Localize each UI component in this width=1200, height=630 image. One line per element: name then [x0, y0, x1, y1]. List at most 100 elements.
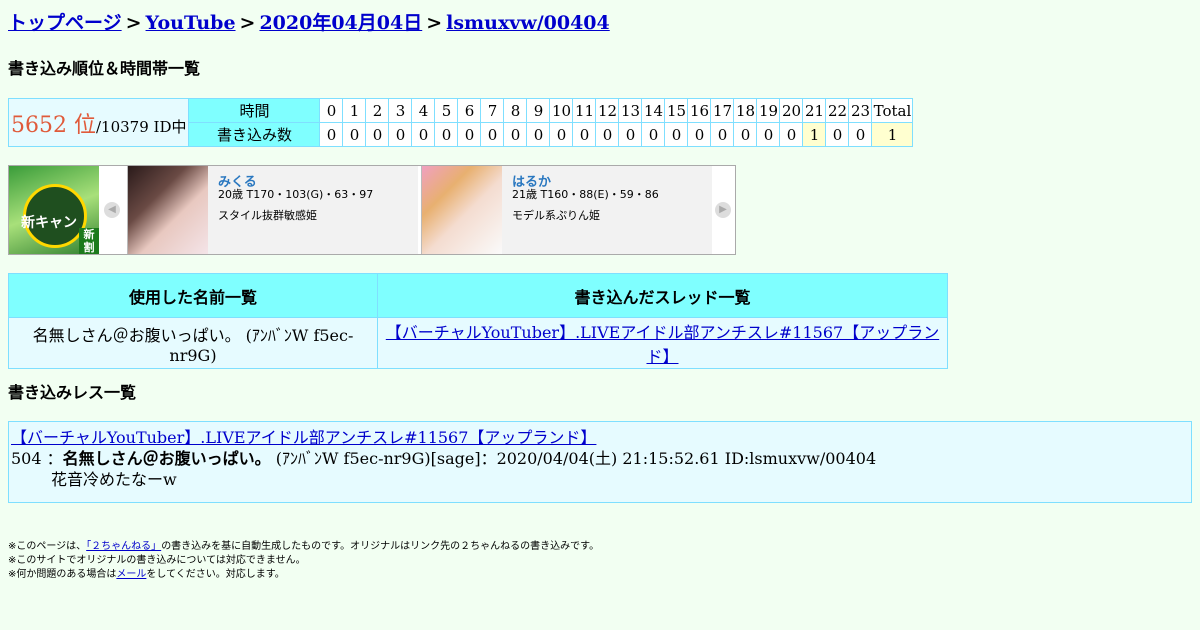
footer-text: をしてください。対応します。 [146, 569, 285, 580]
breadcrumb-separator: > [239, 12, 256, 34]
count-cell: 0 [618, 122, 643, 147]
hour-cell: 17 [710, 98, 735, 123]
count-cell: 0 [641, 122, 666, 147]
ad-next-arrow-icon[interactable]: ▶ [715, 202, 731, 218]
count-cell: 0 [710, 122, 735, 147]
count-cell: 1 [802, 122, 827, 147]
footer-mail-link[interactable]: メール [116, 569, 146, 580]
count-cell: 0 [848, 122, 873, 147]
hour-cell: 2 [365, 98, 390, 123]
hour-cell: 9 [526, 98, 551, 123]
ad-card[interactable]: みくる 20歳 T170・103(G)・63・97 スタイル抜群敏感姫 [127, 166, 418, 254]
hour-cell: 13 [618, 98, 643, 123]
ad-left-banner[interactable]: 新キャン 新割 [9, 166, 99, 254]
breadcrumb-separator: > [426, 12, 443, 34]
breadcrumb-id-link[interactable]: lsmuxvw/00404 [446, 12, 610, 34]
hour-cell: 19 [756, 98, 781, 123]
count-cell: 0 [526, 122, 551, 147]
count-cell: 0 [756, 122, 781, 147]
hour-cell: 20 [779, 98, 804, 123]
names-column-header: 使用した名前一覧 [8, 273, 378, 318]
hour-cell: 5 [434, 98, 459, 123]
used-name: 名無しさん＠お腹いっぱい。 (ｱﾝﾊﾞﾝW f5ec-nr9G) [8, 317, 378, 369]
count-cell: 0 [457, 122, 482, 147]
response-box: 【バーチャルYouTuber】.LIVEアイドル部アンチスレ#11567【アップ… [8, 421, 1192, 503]
footer-line: ※このページは、「２ちゃんねる」の書き込みを基に自動生成したものです。オリジナル… [8, 540, 599, 554]
threads-column-header: 書き込んだスレッド一覧 [377, 273, 948, 318]
ad-card[interactable]: はるか 21歳 T160・88(E)・59・86 モデル系ぷりん姫 [421, 166, 712, 254]
ad-banner[interactable]: 新キャン 新割 ◀ みくる 20歳 T170・103(G)・63・97 スタイル… [8, 165, 736, 255]
res-section-title: 書き込みレス一覧 [8, 383, 137, 402]
ad-card-photo [128, 166, 208, 254]
ad-card-size: 20歳 T170・103(G)・63・97 [218, 188, 374, 201]
footer-text: ※このページは、 [8, 541, 87, 552]
hour-row: 5652 位/10379 ID中 時間 0 1 2 3 4 5 6 7 8 9 10 11 12 13 14… [7, 98, 914, 147]
count-cell: 0 [503, 122, 528, 147]
count-cell: 0 [779, 122, 804, 147]
hour-cell: 4 [411, 98, 436, 123]
breadcrumb-separator: > [125, 12, 142, 34]
rank-hour-table: 5652 位/10379 ID中 時間 0 1 2 3 4 5 6 7 8 9 10 11 12 13 14… [7, 98, 914, 147]
footer: ※このページは、「２ちゃんねる」の書き込みを基に自動生成したものです。オリジナル… [8, 540, 599, 582]
total-value: 1 [871, 122, 914, 147]
rank-section-title: 書き込み順位＆時間帯一覧 [8, 59, 201, 78]
count-cell: 0 [365, 122, 390, 147]
hour-cell: 15 [664, 98, 689, 123]
thread-link[interactable]: 【バーチャルYouTuber】.LIVEアイドル部アンチスレ#11567【アップ… [386, 323, 939, 366]
footer-line: ※何か問題のある場合はメールをしてください。対応します。 [8, 568, 599, 582]
thread-cell: 【バーチャルYouTuber】.LIVEアイドル部アンチスレ#11567【アップ… [377, 317, 948, 369]
count-cell: 0 [480, 122, 505, 147]
footer-2ch-link[interactable]: 「２ちゃんねる」 [86, 541, 161, 552]
ad-card-catch: モデル系ぷりん姫 [512, 209, 600, 222]
hour-cell: 12 [595, 98, 620, 123]
hour-cell: 1 [342, 98, 367, 123]
hour-row-label: 時間 [188, 98, 321, 123]
ad-left-tag: 新割 [79, 228, 99, 254]
rank-position: 5652 位 [11, 112, 96, 138]
footer-line: ※このサイトでオリジナルの書き込みについては対応できません。 [8, 555, 306, 566]
count-cell: 0 [319, 122, 344, 147]
breadcrumb-top-link[interactable]: トップページ [8, 12, 122, 34]
hour-cell: 21 [802, 98, 827, 123]
names-threads-table: 使用した名前一覧 書き込んだスレッド一覧 名無しさん＠お腹いっぱい。 (ｱﾝﾊﾞ… [8, 273, 948, 369]
count-cell: 0 [595, 122, 620, 147]
hour-cell: 6 [457, 98, 482, 123]
hour-cell: 22 [825, 98, 850, 123]
ad-card-catch: スタイル抜群敏感姫 [218, 209, 317, 222]
rank-total: /10379 ID中 [95, 117, 187, 136]
footer-text: の書き込みを基に自動生成したものです。オリジナルはリンク先の２ちゃんねるの書き込… [161, 541, 600, 552]
hour-cell: 11 [572, 98, 597, 123]
hour-cell: 10 [549, 98, 574, 123]
count-cell: 0 [342, 122, 367, 147]
count-cell: 0 [549, 122, 574, 147]
count-cell: 0 [572, 122, 597, 147]
ad-prev-arrow-icon[interactable]: ◀ [104, 202, 120, 218]
count-cell: 0 [411, 122, 436, 147]
count-cell: 0 [733, 122, 758, 147]
hour-cell: 3 [388, 98, 413, 123]
hour-cell: 18 [733, 98, 758, 123]
breadcrumb-date-link[interactable]: 2020年04月04日 [259, 12, 422, 34]
ad-left-text: 新キャン [21, 215, 77, 231]
breadcrumb: トップページ > YouTube >2020年04月04日 > lsmuxvw/00404 [8, 8, 610, 35]
rank-cell: 5652 位/10379 ID中 [7, 98, 190, 147]
response-body: 花音冷めたなーw [51, 470, 177, 489]
hour-cell: 14 [641, 98, 666, 123]
response-number: 504 [11, 449, 42, 468]
footer-text: ※何か問題のある場合は [8, 569, 117, 580]
hour-cell: 16 [687, 98, 712, 123]
hour-cell: 8 [503, 98, 528, 123]
hour-cell: 0 [319, 98, 344, 123]
hour-cell: 23 [848, 98, 873, 123]
count-cell: 0 [664, 122, 689, 147]
count-cell: 0 [825, 122, 850, 147]
count-row-label: 書き込み数 [188, 122, 321, 147]
count-cell: 0 [388, 122, 413, 147]
breadcrumb-board-link[interactable]: YouTube [146, 12, 236, 34]
ad-card-photo [422, 166, 502, 254]
ad-card-size: 21歳 T160・88(E)・59・86 [512, 188, 659, 201]
count-cell: 0 [434, 122, 459, 147]
count-cell: 0 [687, 122, 712, 147]
hour-cell: 7 [480, 98, 505, 123]
response-meta: (ｱﾝﾊﾞﾝW f5ec-nr9G)[sage]：2020/04/04(土) 2… [270, 449, 877, 468]
